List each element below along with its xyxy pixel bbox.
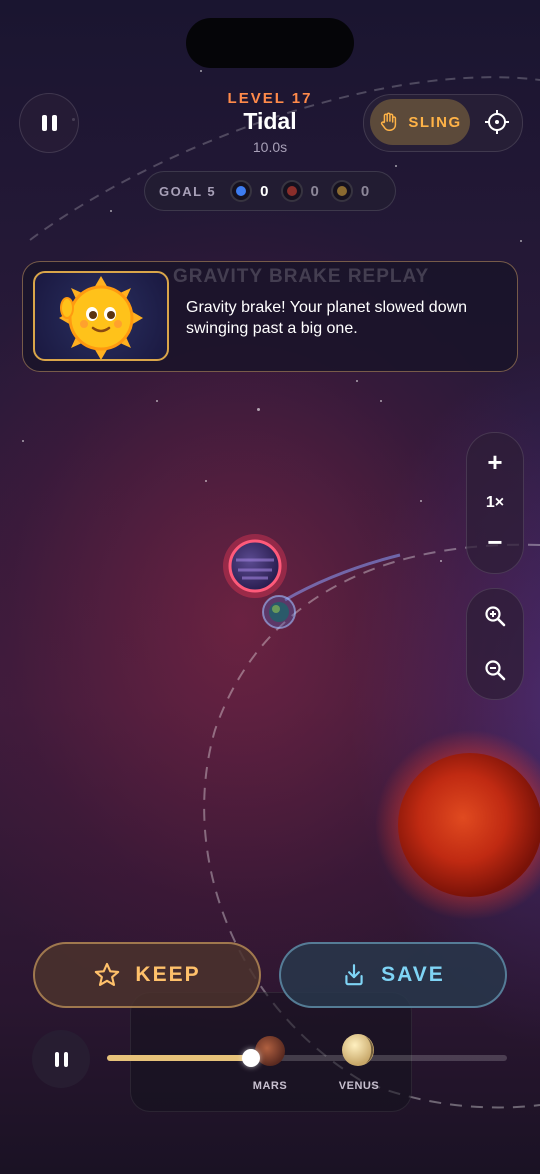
goal-count: 0 [360, 182, 370, 200]
timeline-scrubber[interactable] [242, 1049, 260, 1067]
zoom-in-icon [485, 606, 506, 627]
save-label: SAVE [381, 963, 445, 986]
red-giant-planet [398, 753, 540, 897]
sun-mascot-image [33, 271, 169, 361]
blue-planet-icon [236, 186, 247, 196]
zoom-speed-panel: + 1× − [466, 432, 524, 574]
sling-button[interactable]: SLING [370, 99, 470, 145]
venus-marker-icon [342, 1034, 374, 1066]
marker-label-mars: MARS [252, 1080, 288, 1092]
gas-planet [228, 539, 282, 593]
pause-icon [54, 1051, 68, 1067]
speed-level: 1× [485, 494, 505, 511]
velocity-trail [284, 553, 401, 602]
marker-label-venus: VENUS [338, 1080, 380, 1092]
red-planet-icon [286, 186, 297, 196]
crosshair-icon [485, 110, 509, 134]
goal-bar: GOAL 5 0 0 0 [144, 171, 396, 211]
timeline-pause-button[interactable] [32, 1030, 90, 1088]
goal-count: 0 [260, 182, 269, 200]
hint-toast: GRAVITY BRAKE REPLAY Gravity brake! Your… [22, 261, 518, 372]
hand-icon [381, 112, 397, 131]
timeline-progress [107, 1055, 251, 1061]
download-icon [345, 964, 363, 986]
toast-message: Gravity brake! Your planet slowed down s… [186, 299, 468, 337]
speed-down-button[interactable]: − [467, 527, 523, 557]
mode-toggle: SLING [363, 94, 523, 152]
speed-up-button[interactable]: + [467, 447, 523, 477]
player-planet [269, 602, 289, 622]
device-notch [186, 18, 354, 68]
zoom-in-button[interactable] [467, 605, 523, 632]
recenter-button[interactable] [474, 99, 520, 145]
gold-planet-icon [336, 186, 347, 196]
goal-counter-blue: 0 [230, 180, 269, 202]
keep-label: KEEP [135, 963, 201, 986]
goal-counter-red: 0 [280, 180, 319, 202]
zoom-panel [466, 588, 524, 700]
toast-ghost-title: GRAVITY BRAKE REPLAY [173, 266, 430, 287]
goal-count: 0 [310, 182, 319, 200]
star-icon [95, 962, 120, 986]
zoom-out-button[interactable] [467, 659, 523, 686]
sling-label: SLING [408, 113, 462, 131]
zoom-out-icon [485, 660, 506, 681]
goal-counter-gold: 0 [330, 180, 370, 202]
goal-label: GOAL 5 [159, 183, 217, 199]
save-button[interactable]: SAVE [279, 942, 507, 1008]
keep-button[interactable]: KEEP [33, 942, 261, 1008]
